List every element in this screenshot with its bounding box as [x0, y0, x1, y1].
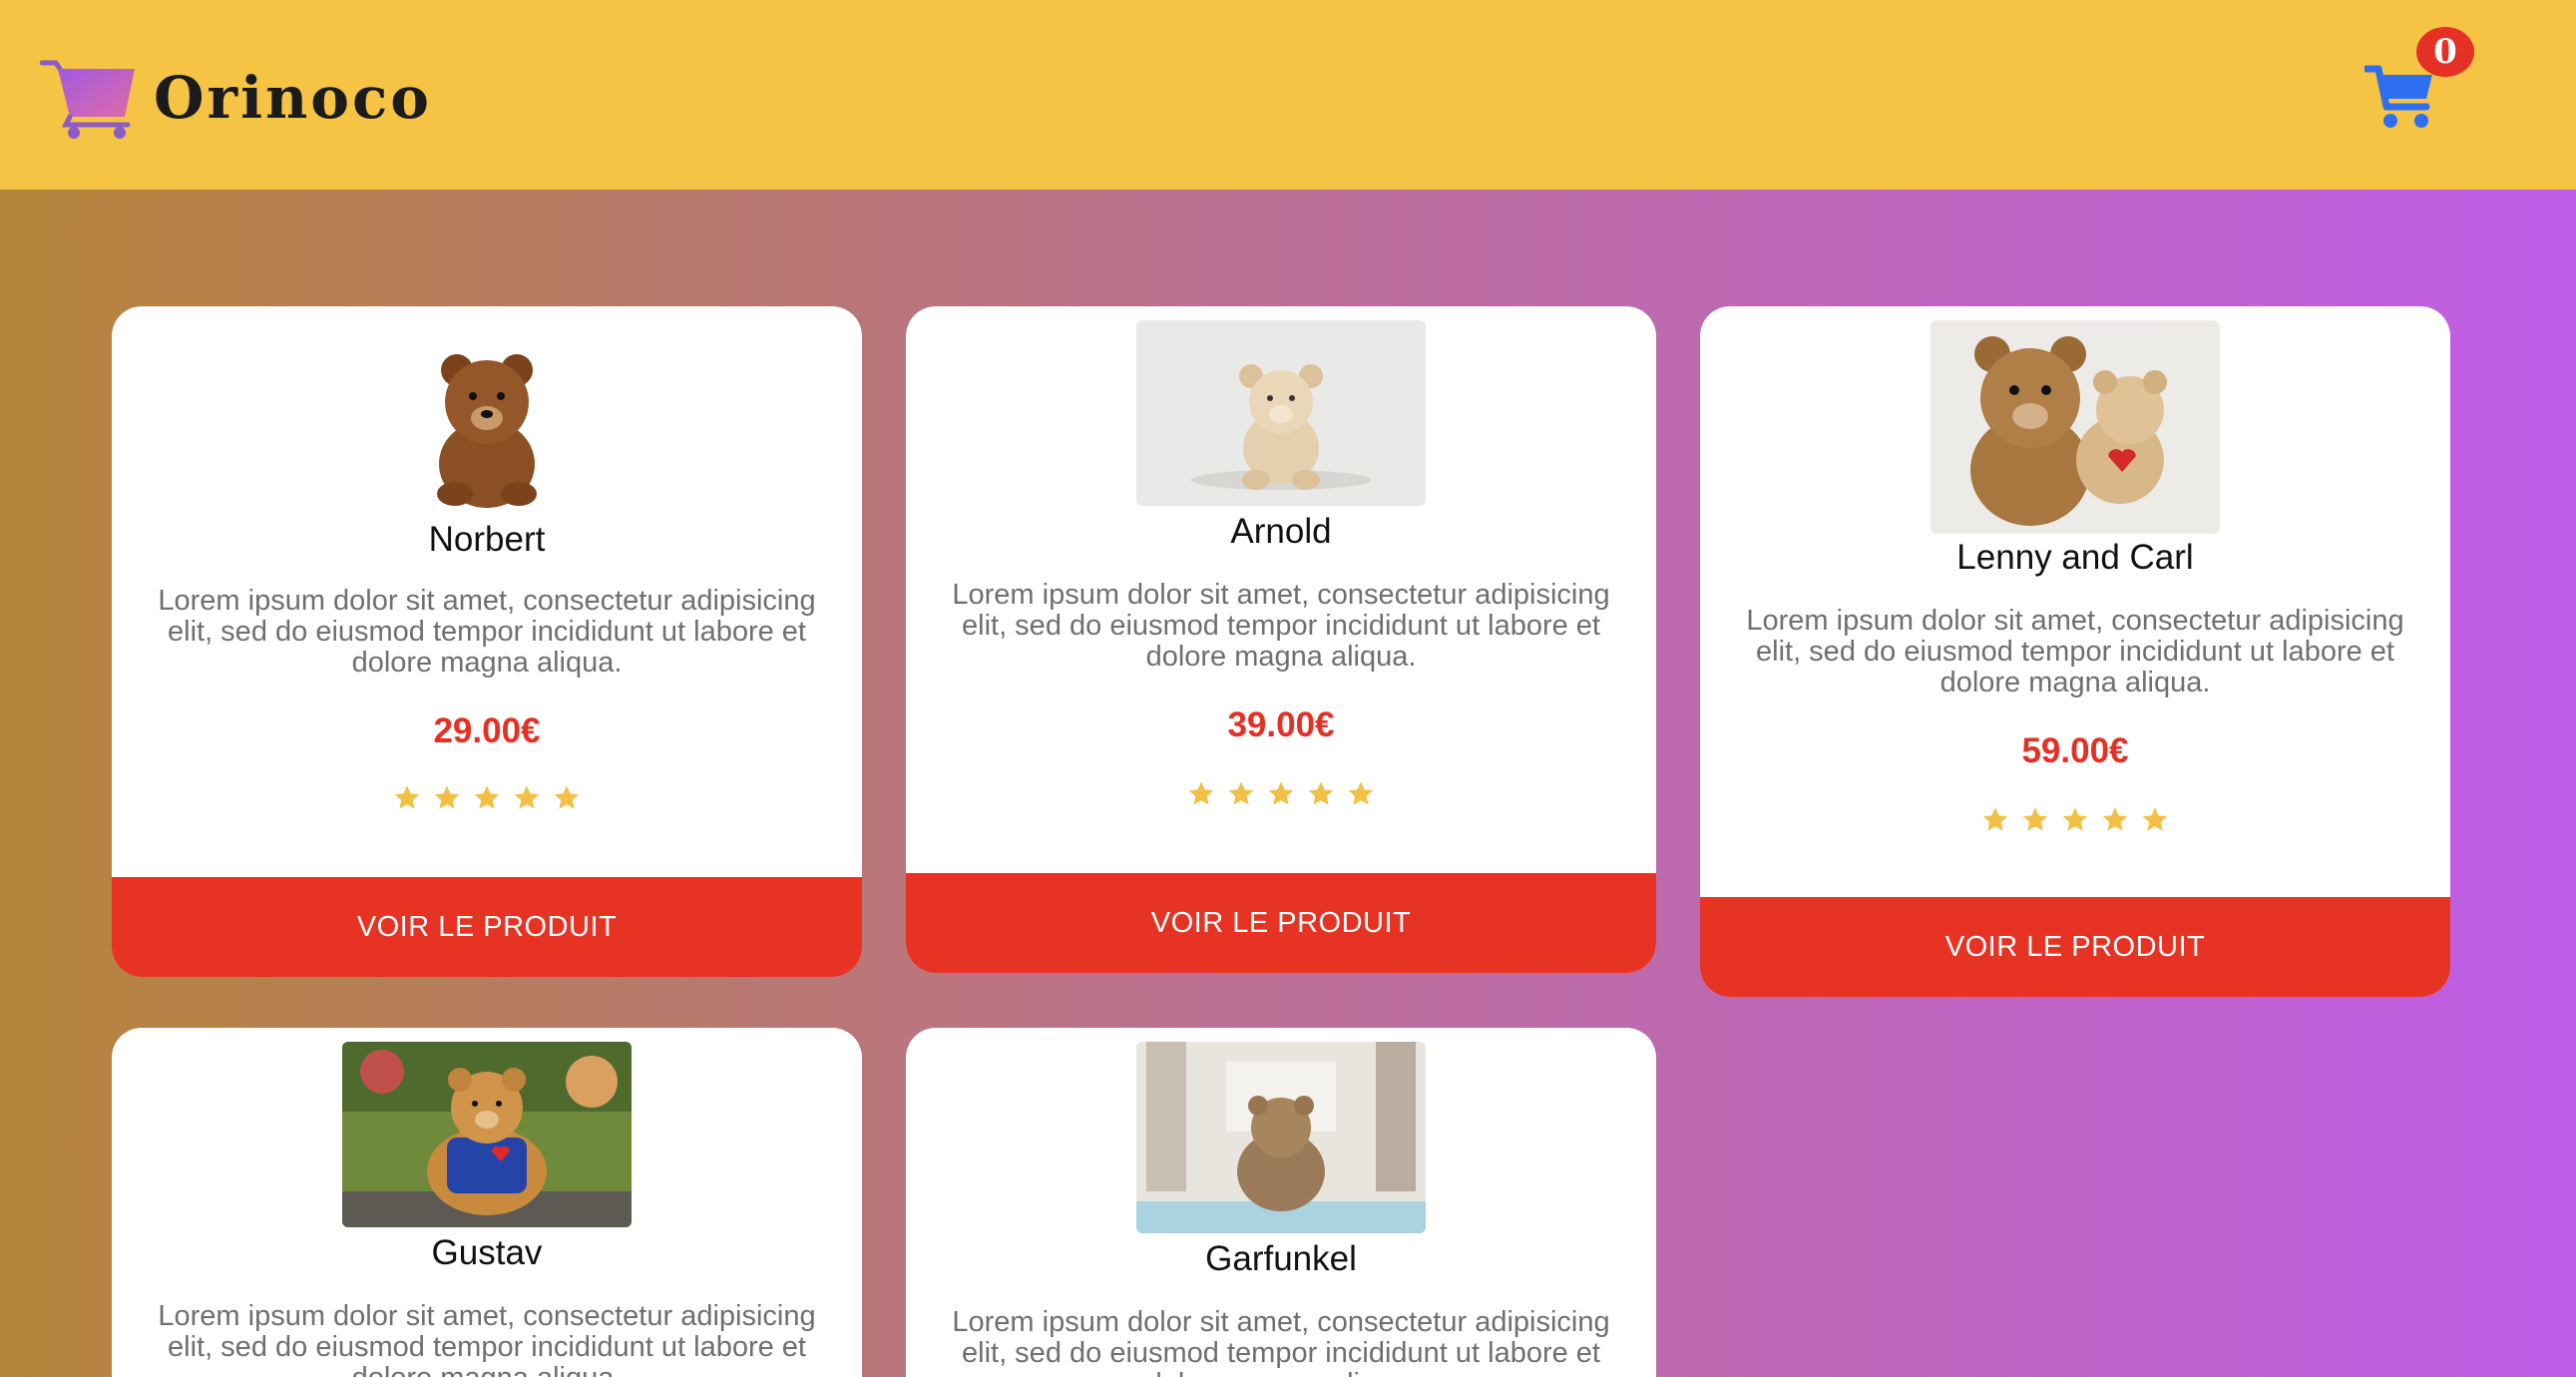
product-description: Lorem ipsum dolor sit amet, consectetur … [158, 1300, 816, 1377]
star-icon [1348, 781, 1374, 805]
star-icon [1228, 781, 1254, 805]
star-icon [2142, 807, 2168, 831]
product-name: Gustav [431, 1233, 543, 1272]
product-price: 29.00€ [433, 711, 541, 750]
cart-button[interactable]: 0 [2364, 27, 2474, 130]
product-description: Lorem ipsum dolor sit amet, consectetur … [158, 585, 816, 679]
product-description: Lorem ipsum dolor sit amet, consectetur … [1746, 605, 2404, 698]
product-name: Lenny and Carl [1956, 538, 2194, 577]
shopping-cart-logo-icon [40, 60, 135, 139]
product-image[interactable] [417, 334, 557, 510]
product-list: Norbert Lorem ipsum dolor sit amet, cons… [0, 190, 2576, 1377]
product-card: Lenny and Carl Lorem ipsum dolor sit ame… [1700, 306, 2450, 997]
product-name: Arnold [1230, 512, 1332, 551]
star-icon [554, 785, 580, 809]
cart-count-badge: 0 [2416, 27, 2474, 77]
star-icon [2102, 807, 2128, 831]
site-header: Orinoco 0 [0, 0, 2576, 190]
product-name: Garfunkel [1205, 1239, 1357, 1278]
view-product-button[interactable]: VOIR LE PRODUIT [112, 877, 862, 977]
product-card: Norbert Lorem ipsum dolor sit amet, cons… [112, 306, 862, 977]
star-icon [1188, 781, 1214, 805]
star-icon [1268, 781, 1294, 805]
product-rating [906, 779, 1656, 809]
product-price: 59.00€ [2021, 731, 2129, 770]
star-icon [2022, 807, 2048, 831]
logo[interactable]: Orinoco [40, 55, 432, 140]
star-icon [434, 785, 460, 809]
product-rating [112, 783, 862, 813]
product-image[interactable] [1136, 320, 1426, 506]
product-image[interactable] [1136, 1042, 1426, 1233]
product-card: Gustav Lorem ipsum dolor sit amet, conse… [112, 1028, 862, 1377]
view-product-button[interactable]: VOIR LE PRODUIT [906, 873, 1656, 973]
product-description: Lorem ipsum dolor sit amet, consectetur … [952, 1306, 1610, 1377]
star-icon [1308, 781, 1334, 805]
product-image[interactable] [1931, 320, 2220, 534]
star-icon [514, 785, 540, 809]
star-icon [394, 785, 420, 809]
product-rating [1700, 805, 2450, 835]
star-icon [1982, 807, 2008, 831]
product-card: Arnold Lorem ipsum dolor sit amet, conse… [906, 306, 1656, 973]
logo-text: Orinoco [154, 63, 432, 132]
cart-icon [2364, 65, 2432, 128]
product-card: Garfunkel Lorem ipsum dolor sit amet, co… [906, 1028, 1656, 1377]
product-description: Lorem ipsum dolor sit amet, consectetur … [952, 579, 1610, 673]
product-image[interactable] [342, 1042, 632, 1227]
star-icon [2062, 807, 2088, 831]
view-product-button[interactable]: VOIR LE PRODUIT [1700, 897, 2450, 997]
product-price: 39.00€ [1227, 705, 1335, 744]
product-name: Norbert [428, 520, 546, 559]
star-icon [474, 785, 500, 809]
